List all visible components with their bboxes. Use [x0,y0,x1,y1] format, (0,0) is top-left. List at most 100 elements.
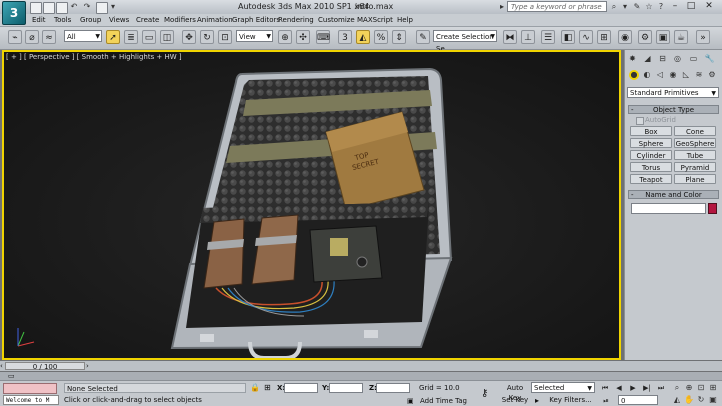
menu-tools[interactable]: Tools [54,16,71,24]
minimize-icon[interactable]: – [668,0,682,12]
key-filters-button[interactable]: Key Filters... [548,395,593,405]
mirror-icon[interactable]: ⧓ [503,30,517,44]
curve-editor-icon[interactable]: ∿ [579,30,593,44]
reference-coordinate-dropdown[interactable]: View ▼ [236,30,273,42]
zoom-extents-all-icon[interactable]: ⊞ [708,383,718,393]
selection-filter-dropdown[interactable]: All ▼ [64,30,102,42]
select-object-icon[interactable]: ➚ [106,30,120,44]
previous-frame-icon[interactable]: ◀ [614,383,624,393]
menu-views[interactable]: Views [109,16,129,24]
save-file-icon[interactable] [56,2,68,14]
create-tab-icon[interactable]: ✸ [627,53,638,64]
app-logo-icon[interactable]: 3 [2,1,26,25]
autogrid-checkbox[interactable] [636,117,644,125]
percent-snap-toggle-icon[interactable]: % [374,30,388,44]
communication-center-icon[interactable]: ✎ [632,2,642,12]
select-by-name-icon[interactable]: ≣ [124,30,138,44]
render-setup-icon[interactable]: ⚙ [638,30,652,44]
systems-icon[interactable]: ⚙ [707,70,717,80]
lights-icon[interactable]: ◁ [655,70,665,80]
rendered-frame-window-icon[interactable]: ▣ [656,30,670,44]
time-slider[interactable]: 0 / 100 [5,362,85,371]
menu-modifiers[interactable]: Modifiers [164,16,196,24]
viewport-label[interactable]: [ + ] [ Perspective ] [ Smooth + Highlig… [6,53,182,61]
torus-button[interactable]: Torus [630,162,672,172]
edit-named-selection-icon[interactable]: ✎ [416,30,430,44]
key-filter-icon[interactable]: ▸ [535,396,539,405]
align-icon[interactable]: ⊥ [521,30,535,44]
close-icon[interactable]: ✕ [702,0,716,12]
object-type-rollout[interactable]: - Object Type [628,105,719,114]
x-coord-input[interactable] [284,383,318,393]
hierarchy-tab-icon[interactable]: ⊟ [657,53,668,64]
menu-animation[interactable]: Animation [197,16,233,24]
select-and-rotate-icon[interactable]: ↻ [200,30,214,44]
select-and-move-icon[interactable]: ✥ [182,30,196,44]
new-file-icon[interactable] [30,2,42,14]
pivot-center-icon[interactable]: ⊕ [278,30,292,44]
select-and-scale-icon[interactable]: ⊡ [218,30,232,44]
object-color-swatch[interactable] [708,203,717,214]
tube-button[interactable]: Tube [674,150,716,160]
unlink-selection-icon[interactable]: ⌀ [25,30,39,44]
select-and-link-icon[interactable]: ⌁ [8,30,22,44]
menu-graph-editors[interactable]: Graph Editors [232,16,280,24]
y-coord-input[interactable] [329,383,363,393]
pyramid-button[interactable]: Pyramid [674,162,716,172]
maximize-icon[interactable]: □ [684,0,698,12]
cone-button[interactable]: Cone [674,126,716,136]
zoom-extents-icon[interactable]: ⊡ [696,383,706,393]
time-tag-icon[interactable]: ▣ [407,397,414,405]
orbit-icon[interactable]: ↻ [696,395,706,405]
perspective-viewport[interactable]: TOP SECRET [2,50,621,360]
mini-curve-editor-icon[interactable]: ▭ [8,373,20,380]
maximize-viewport-icon[interactable]: ▣ [708,395,718,405]
next-frame-arrow-icon[interactable]: › [86,362,91,370]
set-key-button[interactable]: Set Key [500,395,530,405]
play-icon[interactable]: ▶ [628,383,638,393]
menu-help[interactable]: Help [397,16,413,24]
angle-snap-toggle-icon[interactable]: ◭ [356,30,370,44]
layer-manager-icon[interactable]: ☰ [541,30,555,44]
go-to-end-icon[interactable]: ⏭ [656,383,666,393]
snaps-toggle-icon[interactable]: 3 [338,30,352,44]
shapes-icon[interactable]: ◐ [642,70,652,80]
open-file-icon[interactable] [43,2,55,14]
search-expand-icon[interactable]: ▸ [497,2,507,12]
keyboard-shortcut-override-icon[interactable]: ⌨ [316,30,330,44]
object-name-input[interactable] [631,203,706,214]
bind-to-space-warp-icon[interactable]: ≈ [42,30,56,44]
zoom-all-icon[interactable]: ⊕ [684,383,694,393]
modify-tab-icon[interactable]: ◢ [642,53,653,64]
utilities-tab-icon[interactable]: 🔧 [704,53,715,64]
menu-group[interactable]: Group [80,16,101,24]
subscription-icon[interactable]: ▾ [620,2,630,12]
cameras-icon[interactable]: ◉ [668,70,678,80]
search-input[interactable]: Type a keyword or phrase [507,1,607,12]
window-crossing-icon[interactable]: ◫ [160,30,174,44]
key-mode-dropdown[interactable]: Selected ▼ [531,382,595,393]
schematic-view-icon[interactable]: ⊞ [597,30,611,44]
selection-lock-icon[interactable]: 🔒 [250,383,260,392]
spinner-snap-toggle-icon[interactable]: ⇕ [392,30,406,44]
select-and-manipulate-icon[interactable]: ✣ [296,30,310,44]
favorites-star-icon[interactable]: ☆ [644,2,654,12]
set-key-icon[interactable]: ⚷ [481,388,488,399]
z-coord-input[interactable] [376,383,410,393]
material-editor-icon[interactable]: ◉ [618,30,632,44]
menu-rendering[interactable]: Rendering [278,16,314,24]
geometry-icon[interactable]: ● [629,70,639,80]
motion-tab-icon[interactable]: ◎ [672,53,683,64]
menu-edit[interactable]: Edit [32,16,46,24]
sphere-button[interactable]: Sphere [630,138,672,148]
rectangular-selection-icon[interactable]: ▭ [142,30,156,44]
zoom-icon[interactable]: ⌕ [672,383,682,393]
helpers-icon[interactable]: ◺ [681,70,691,80]
display-tab-icon[interactable]: ▭ [688,53,699,64]
render-production-icon[interactable]: ☕ [674,30,688,44]
project-folder-icon[interactable] [96,2,108,14]
cylinder-button[interactable]: Cylinder [630,150,672,160]
maxscript-mini-listener[interactable]: Welcome to M [3,395,59,405]
geosphere-button[interactable]: GeoSphere [674,138,716,148]
primitive-type-dropdown[interactable]: Standard Primitives ▼ [627,87,719,98]
